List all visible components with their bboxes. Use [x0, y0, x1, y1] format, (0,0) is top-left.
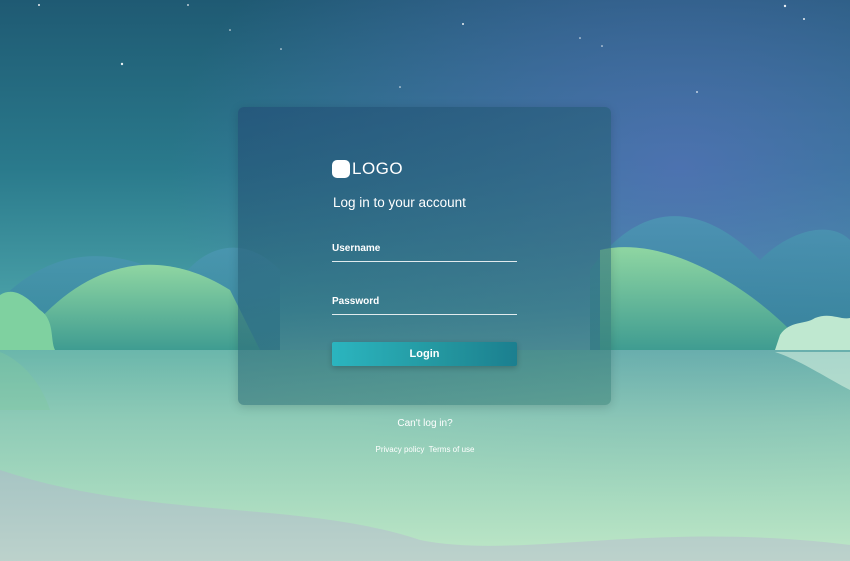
privacy-policy-link[interactable]: Privacy policy — [376, 445, 425, 454]
terms-of-use-link[interactable]: Terms of use — [429, 445, 475, 454]
login-heading: Log in to your account — [333, 195, 466, 210]
footer-links: Privacy policy Terms of use — [0, 445, 850, 454]
logo-mark-icon — [332, 160, 350, 178]
login-card: LOGO Log in to your account Username Pas… — [238, 107, 611, 405]
password-label: Password — [332, 296, 380, 307]
cant-login-link[interactable]: Can't log in? — [0, 418, 850, 429]
logo-text: LOGO — [352, 159, 404, 178]
login-button[interactable]: Login — [332, 342, 517, 366]
password-field[interactable]: Password — [332, 296, 517, 315]
username-field[interactable]: Username — [332, 243, 517, 262]
logo: LOGO — [332, 159, 403, 179]
username-label: Username — [332, 243, 381, 254]
